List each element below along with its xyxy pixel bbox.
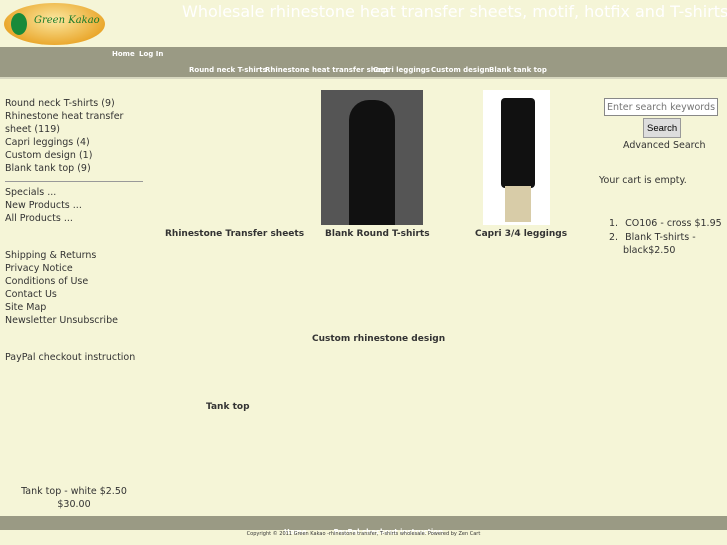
nav-capri[interactable]: Capri leggings	[373, 66, 430, 74]
sidebar-item-rhinestone[interactable]: Rhinestone heat transfer	[5, 110, 123, 123]
privacy-link[interactable]: Privacy Notice	[5, 262, 118, 275]
paypal-link[interactable]: PayPal checkout instruction	[5, 351, 135, 364]
tshirt-image[interactable]	[321, 90, 423, 225]
cart-status: Your cart is empty.	[599, 175, 687, 186]
sidebar-item-rhinestone-cont[interactable]: sheet (119)	[5, 123, 123, 136]
sidebar-item-tank[interactable]: Blank tank top (9)	[5, 162, 123, 175]
category-tank[interactable]: Tank top	[206, 402, 250, 412]
leaf-icon	[11, 13, 27, 35]
featured-name[interactable]: Tank top - white $2.50	[0, 485, 148, 498]
footer-bar: Home :: PayPal checkout instruction	[0, 516, 727, 536]
shipping-link[interactable]: Shipping & Returns	[5, 249, 118, 262]
nav-round-neck[interactable]: Round neck T-shirts	[189, 66, 267, 74]
bestseller-item[interactable]: Blank T-shirts -	[625, 232, 696, 243]
bestseller-item[interactable]: CO106 - cross $1.95	[625, 218, 722, 229]
specials-link[interactable]: Specials ...	[5, 186, 82, 199]
copyright: Copyright © 2011 Green Kakao -rhinestone…	[246, 531, 481, 537]
sidebar-info: Shipping & Returns Privacy Notice Condit…	[5, 249, 118, 327]
new-products-link[interactable]: New Products ...	[5, 199, 82, 212]
unsubscribe-link[interactable]: Newsletter Unsubscribe	[5, 314, 118, 327]
nav-bar: Home Log In Round neck T-shirts Rhinesto…	[0, 47, 727, 79]
nav-custom[interactable]: Custom design	[431, 66, 490, 74]
nav-home[interactable]: Home	[112, 50, 135, 58]
category-custom[interactable]: Custom rhinestone design	[312, 334, 445, 344]
contact-link[interactable]: Contact Us	[5, 288, 118, 301]
featured-price: $30.00	[57, 499, 91, 510]
sidebar-specials: Specials ... New Products ... All Produc…	[5, 186, 82, 225]
logo-text: Green Kakao	[34, 15, 100, 26]
logo[interactable]: Green Kakao	[4, 3, 105, 45]
search-button[interactable]: Search	[643, 118, 682, 138]
sidebar-item-round-neck[interactable]: Round neck T-shirts (9)	[5, 97, 123, 110]
bestseller-item-cont[interactable]: black$2.50	[623, 244, 722, 257]
search-input[interactable]	[604, 98, 718, 116]
sitemap-link[interactable]: Site Map	[5, 301, 118, 314]
list-number: 1.	[609, 218, 619, 229]
sidebar-item-custom[interactable]: Custom design (1)	[5, 149, 123, 162]
nav-rhinestone[interactable]: Rhinestone heat transfer sheet	[265, 66, 389, 74]
leggings-image[interactable]	[483, 90, 550, 225]
all-products-link[interactable]: All Products ...	[5, 212, 82, 225]
category-capri[interactable]: Capri 3/4 leggings	[475, 229, 567, 239]
divider	[5, 181, 143, 182]
nav-login[interactable]: Log In	[139, 50, 163, 58]
category-rhinestone[interactable]: Rhinestone Transfer sheets	[165, 229, 304, 239]
featured-product[interactable]: Tank top - white $2.50 $30.00	[0, 485, 148, 511]
list-number: 2.	[609, 232, 619, 243]
site-title: Wholesale rhinestone heat transfer sheet…	[182, 2, 727, 21]
nav-tank[interactable]: Blank tank top	[489, 66, 547, 74]
conditions-link[interactable]: Conditions of Use	[5, 275, 118, 288]
bestsellers-list: 1. CO106 - cross $1.95 2. Blank T-shirts…	[609, 217, 722, 257]
sidebar-item-capri[interactable]: Capri leggings (4)	[5, 136, 123, 149]
advanced-search-link[interactable]: Advanced Search	[623, 139, 706, 152]
sidebar-categories: Round neck T-shirts (9) Rhinestone heat …	[5, 97, 123, 175]
category-tshirts[interactable]: Blank Round T-shirts	[325, 229, 430, 239]
